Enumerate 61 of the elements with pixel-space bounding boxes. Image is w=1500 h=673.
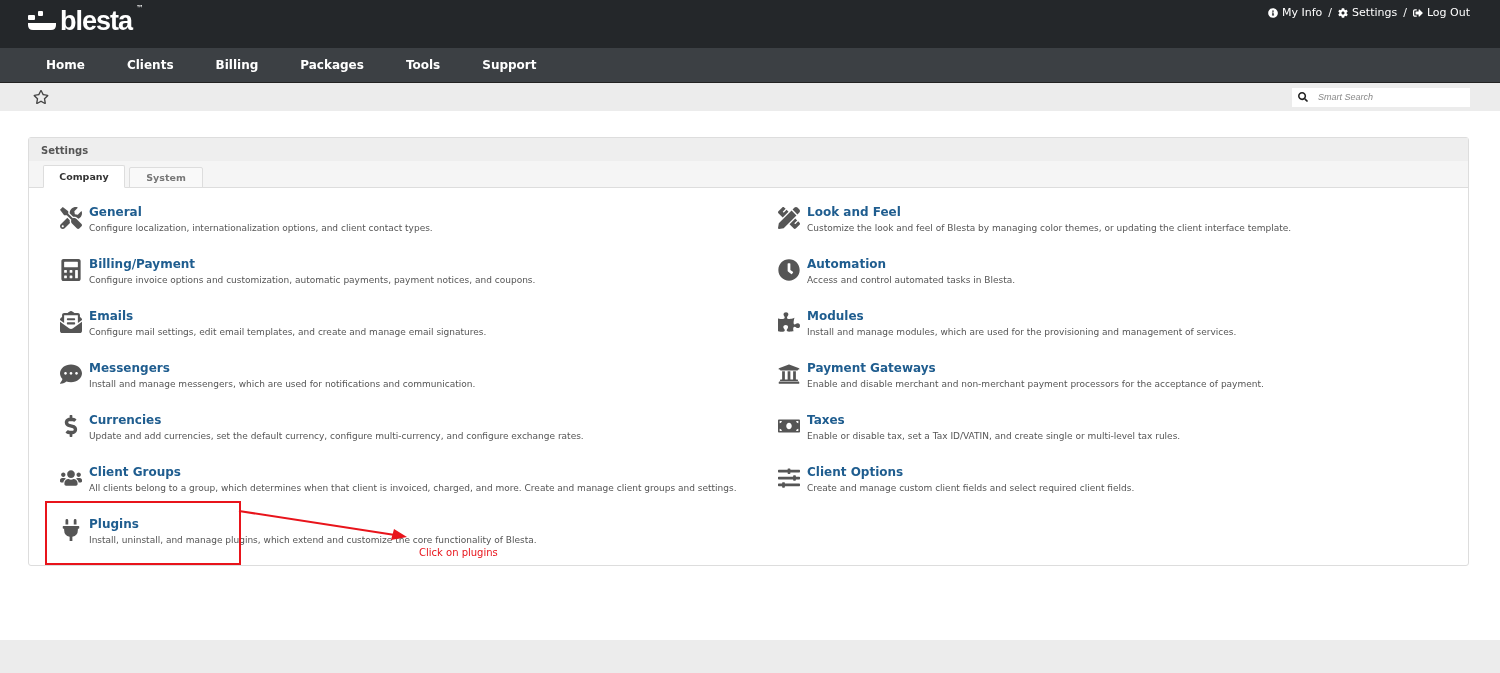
setting-description: Enable or disable tax, set a Tax ID/VATIN, and create single or multi-level tax rules.: [807, 431, 1181, 441]
sliders-icon: [778, 467, 800, 489]
nav-item[interactable]: Clients: [126, 58, 174, 72]
tools-icon: [60, 207, 82, 229]
header-link[interactable]: My Info: [1268, 6, 1323, 19]
tab[interactable]: Company: [43, 165, 125, 188]
setting-description: Enable and disable merchant and non-merchant payment processors for the acceptance of payment.: [807, 379, 1264, 389]
logout-icon: [1412, 7, 1423, 18]
setting-link[interactable]: Automation: [807, 257, 887, 271]
setting-description: Customize the look and feel of Blesta by managing color themes, or updating the client interface template.: [807, 223, 1292, 233]
calculator-icon: [60, 259, 82, 281]
setting-link[interactable]: Client Options: [807, 465, 904, 479]
search-field[interactable]: Smart Search: [1292, 87, 1470, 107]
setting-link[interactable]: General: [89, 205, 142, 219]
settings-icon: [1338, 7, 1349, 18]
setting-description: Configure localization, internationalization options, and client contact types.: [89, 223, 433, 233]
nav-item[interactable]: Support: [482, 58, 537, 72]
header-link[interactable]: Log Out: [1412, 6, 1470, 19]
puzzle-piece-icon: [778, 311, 800, 333]
setting-link[interactable]: Payment Gateways: [807, 361, 936, 375]
setting-link[interactable]: Messengers: [89, 361, 170, 375]
info-icon: [1268, 7, 1278, 18]
search-icon: [1298, 91, 1308, 102]
setting-description: Install and manage modules, which are used for the provisioning and management of services.: [807, 327, 1237, 337]
setting-link[interactable]: Taxes: [807, 413, 845, 427]
trademark: ™: [136, 4, 145, 13]
setting-link[interactable]: Look and Feel: [807, 205, 901, 219]
pencil-ruler-icon: [778, 207, 800, 229]
envelope-icon: [60, 311, 82, 333]
setting-link[interactable]: Currencies: [89, 413, 162, 427]
setting-link[interactable]: Billing/Payment: [89, 257, 196, 271]
nav-item[interactable]: Tools: [405, 58, 441, 72]
nav-item[interactable]: Packages: [300, 58, 364, 72]
setting-description: Create and manage custom client fields and select required client fields.: [807, 483, 1135, 493]
nav-item[interactable]: Billing: [215, 58, 259, 72]
separator: /: [1403, 6, 1407, 19]
setting-description: Access and control automated tasks in Blesta.: [807, 275, 1016, 285]
smiley-logo-icon: [28, 11, 56, 31]
setting-description: Install and manage messengers, which are used for notifications and communication.: [89, 379, 476, 389]
setting-link[interactable]: Client Groups: [89, 465, 181, 479]
setting-description: Configure invoice options and customization, automatic payments, payment notices, and coupons.: [89, 275, 536, 285]
plug-icon: [60, 519, 82, 541]
bank-icon: [778, 363, 800, 385]
setting-description: Update and add currencies, set the default currency, configure multi-currency, and configure exchange rates.: [89, 431, 584, 441]
header-link[interactable]: Settings: [1338, 6, 1398, 19]
separator: /: [1328, 6, 1333, 19]
logo[interactable]: blesta$^{™}$: [28, 0, 145, 48]
nav-item[interactable]: Home: [46, 58, 85, 72]
clock-icon: [778, 259, 800, 281]
annotation-text: Click on plugins: [419, 547, 498, 558]
tab[interactable]: System: [129, 167, 203, 188]
star-icon[interactable]: [33, 89, 49, 105]
panel-title: Settings: [29, 138, 1468, 161]
speech-bubble-icon: [60, 363, 82, 385]
users-icon: [60, 467, 82, 489]
setting-link[interactable]: Emails: [89, 309, 134, 323]
setting-link[interactable]: Modules: [807, 309, 864, 323]
setting-description: Configure mail settings, edit email templates, and create and manage email signatures.: [89, 327, 487, 337]
logo-text: blesta: [60, 5, 133, 37]
setting-link[interactable]: Plugins: [89, 517, 139, 531]
setting-description: All clients belong to a group, which determines when that client is invoiced, charged, and more. Create and manage client groups and settings.: [89, 483, 737, 493]
